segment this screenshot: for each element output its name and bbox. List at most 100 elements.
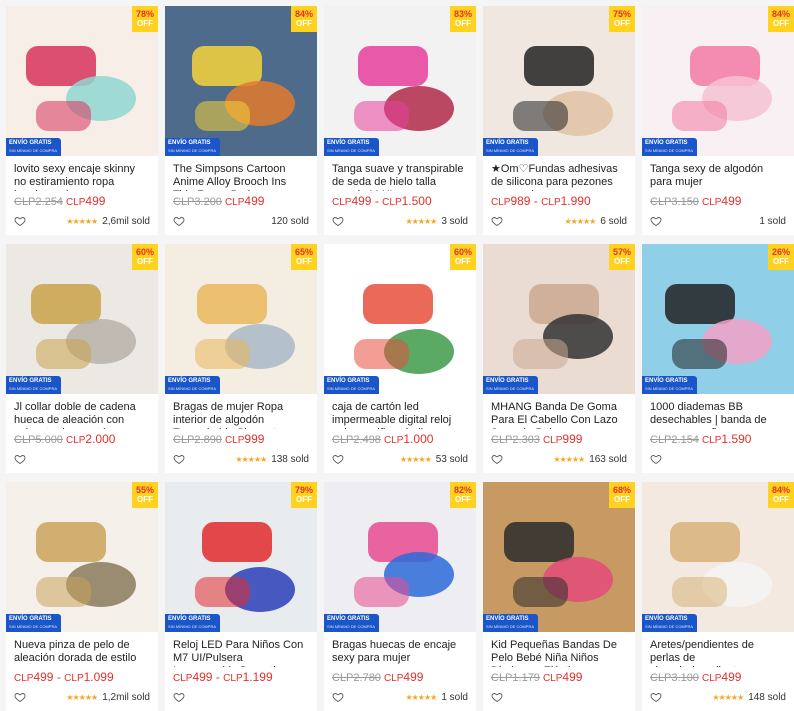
heart-outline-icon[interactable] xyxy=(14,453,26,465)
discount-percent: 26% xyxy=(771,247,790,257)
product-card[interactable]: 60% OFF ENVÍO GRATIS SIN MÍNIMO DE COMPR… xyxy=(6,244,158,473)
product-image[interactable]: 79% OFF ENVÍO GRATIS SIN MÍNIMO DE COMPR… xyxy=(165,482,317,632)
discount-percent: 60% xyxy=(453,247,472,257)
heart-outline-icon[interactable] xyxy=(14,215,26,227)
product-card[interactable]: 84% OFF ENVÍO GRATIS SIN MÍNIMO DE COMPR… xyxy=(642,482,794,711)
product-title[interactable]: The Simpsons Cartoon Anime Alloy Brooch … xyxy=(165,156,317,191)
product-card[interactable]: 79% OFF ENVÍO GRATIS SIN MÍNIMO DE COMPR… xyxy=(165,482,317,711)
product-card[interactable]: 55% OFF ENVÍO GRATIS SIN MÍNIMO DE COMPR… xyxy=(6,482,158,711)
product-card[interactable]: 60% OFF ENVÍO GRATIS SIN MÍNIMO DE COMPR… xyxy=(324,244,476,473)
discount-percent: 84% xyxy=(294,9,313,19)
product-title[interactable]: Tanga suave y transpirable de seda de hi… xyxy=(324,156,476,191)
sale-price: CLP499 xyxy=(542,670,583,684)
product-card[interactable]: 84% OFF ENVÍO GRATIS SIN MÍNIMO DE COMPR… xyxy=(642,6,794,235)
free-shipping-tag: ENVÍO GRATIS SIN MÍNIMO DE COMPRA xyxy=(324,138,380,156)
product-card[interactable]: 75% OFF ENVÍO GRATIS SIN MÍNIMO DE COMPR… xyxy=(483,6,635,235)
product-card[interactable]: 84% OFF ENVÍO GRATIS SIN MÍNIMO DE COMPR… xyxy=(165,6,317,235)
product-image[interactable]: 83% OFF ENVÍO GRATIS SIN MÍNIMO DE COMPR… xyxy=(324,6,476,156)
rating-sold: ★★★★★ 6 sold xyxy=(564,216,627,227)
product-card[interactable]: 83% OFF ENVÍO GRATIS SIN MÍNIMO DE COMPR… xyxy=(324,6,476,235)
product-image[interactable]: 84% OFF ENVÍO GRATIS SIN MÍNIMO DE COMPR… xyxy=(642,6,794,156)
discount-badge: 83% OFF xyxy=(450,6,476,32)
price-row: CLP2.154 CLP1.590 xyxy=(642,429,794,449)
product-title[interactable]: Aretes/pendientes de perlas de circonita… xyxy=(642,632,794,667)
card-footer: 1 sold xyxy=(650,215,786,227)
product-title[interactable]: Jl collar doble de cadena hueca de aleac… xyxy=(6,394,158,429)
free-shipping-tag: ENVÍO GRATIS SIN MÍNIMO DE COMPRA xyxy=(483,376,539,394)
free-shipping-label: ENVÍO GRATIS xyxy=(9,378,52,384)
heart-outline-icon[interactable] xyxy=(173,453,185,465)
star-icon: ★★★★★ xyxy=(712,692,744,702)
star-icon: ★★★★★ xyxy=(399,454,432,464)
product-card[interactable]: 26% OFF ENVÍO GRATIS SIN MÍNIMO DE COMPR… xyxy=(642,244,794,473)
card-footer: ★★★★★ 3 sold xyxy=(332,215,468,227)
product-image[interactable]: 57% OFF ENVÍO GRATIS SIN MÍNIMO DE COMPR… xyxy=(483,244,635,394)
discount-percent: 79% xyxy=(294,485,313,495)
free-shipping-label: ENVÍO GRATIS xyxy=(486,140,529,146)
product-image[interactable]: 60% OFF ENVÍO GRATIS SIN MÍNIMO DE COMPR… xyxy=(6,244,158,394)
product-title[interactable]: Reloj LED Para Niños Con M7 UI/Pulsera I… xyxy=(165,632,317,667)
heart-outline-icon[interactable] xyxy=(491,453,503,465)
heart-outline-icon[interactable] xyxy=(332,453,344,465)
product-image[interactable]: 26% OFF ENVÍO GRATIS SIN MÍNIMO DE COMPR… xyxy=(642,244,794,394)
heart-outline-icon[interactable] xyxy=(332,691,344,703)
price-currency: CLP xyxy=(332,197,352,208)
price-range-dash: - xyxy=(530,194,542,208)
heart-outline-icon[interactable] xyxy=(650,215,662,227)
product-image[interactable]: 55% OFF ENVÍO GRATIS SIN MÍNIMO DE COMPR… xyxy=(6,482,158,632)
sold-count: 138 sold xyxy=(271,453,309,465)
discount-off-label: OFF xyxy=(296,19,312,28)
heart-outline-icon[interactable] xyxy=(173,691,185,703)
heart-outline-icon[interactable] xyxy=(650,691,662,703)
product-title[interactable]: Nueva pinza de pelo de aleación dorada d… xyxy=(6,632,158,667)
free-shipping-sublabel: SIN MÍNIMO DE COMPRA xyxy=(168,624,217,629)
sale-price: CLP499 xyxy=(224,194,265,208)
original-price: CLP2.780 xyxy=(332,672,381,684)
product-image[interactable]: 65% OFF ENVÍO GRATIS SIN MÍNIMO DE COMPR… xyxy=(165,244,317,394)
heart-outline-icon[interactable] xyxy=(650,453,662,465)
product-card[interactable]: 78% OFF ENVÍO GRATIS SIN MÍNIMO DE COMPR… xyxy=(6,6,158,235)
product-card[interactable]: 68% OFF ENVÍO GRATIS SIN MÍNIMO DE COMPR… xyxy=(483,482,635,711)
discount-badge: 82% OFF xyxy=(450,482,476,508)
free-shipping-tag: ENVÍO GRATIS SIN MÍNIMO DE COMPRA xyxy=(324,376,380,394)
product-title[interactable]: Bragas de mujer Ropa interior de algodón… xyxy=(165,394,317,429)
sale-price: CLP999 xyxy=(224,432,265,446)
product-title[interactable]: MHANG Banda De Goma Para El Cabello Con … xyxy=(483,394,635,429)
product-title[interactable]: 1000 diademas BB desechables | banda de … xyxy=(642,394,794,429)
product-title[interactable]: Bragas huecas de encaje sexy para mujer xyxy=(324,632,476,667)
heart-outline-icon[interactable] xyxy=(491,215,503,227)
heart-outline-icon[interactable] xyxy=(491,691,503,703)
product-image[interactable]: 60% OFF ENVÍO GRATIS SIN MÍNIMO DE COMPR… xyxy=(324,244,476,394)
product-image[interactable]: 78% OFF ENVÍO GRATIS SIN MÍNIMO DE COMPR… xyxy=(6,6,158,156)
product-card[interactable]: 65% OFF ENVÍO GRATIS SIN MÍNIMO DE COMPR… xyxy=(165,244,317,473)
product-title[interactable]: caja de cartón led impermeable digital r… xyxy=(324,394,476,429)
free-shipping-label: ENVÍO GRATIS xyxy=(9,616,52,622)
product-image[interactable]: 84% OFF ENVÍO GRATIS SIN MÍNIMO DE COMPR… xyxy=(165,6,317,156)
price-row: CLP989 - CLP1.990 xyxy=(483,191,635,211)
heart-outline-icon[interactable] xyxy=(173,215,185,227)
card-footer: ★★★★★ 148 sold xyxy=(650,691,786,703)
card-footer: ★★★★★ 138 sold xyxy=(173,453,309,465)
product-title[interactable]: Tanga sexy de algodón para mujer xyxy=(642,156,794,191)
heart-outline-icon[interactable] xyxy=(332,215,344,227)
sale-price-max: CLP1.199 xyxy=(223,670,273,684)
discount-off-label: OFF xyxy=(137,257,153,266)
discount-badge: 79% OFF xyxy=(291,482,317,508)
original-price: CLP2.498 xyxy=(332,434,381,446)
discount-percent: 78% xyxy=(135,9,154,19)
sale-price: CLP2.000 xyxy=(65,432,116,446)
rating-sold: 1 sold xyxy=(754,216,786,227)
sale-price-max: CLP1.990 xyxy=(541,194,591,208)
original-price: CLP3.200 xyxy=(173,196,222,208)
free-shipping-sublabel: SIN MÍNIMO DE COMPRA xyxy=(486,386,535,391)
product-card[interactable]: 82% OFF ENVÍO GRATIS SIN MÍNIMO DE COMPR… xyxy=(324,482,476,711)
heart-outline-icon[interactable] xyxy=(14,691,26,703)
product-image[interactable]: 75% OFF ENVÍO GRATIS SIN MÍNIMO DE COMPR… xyxy=(483,6,635,156)
product-title[interactable]: Kid Pequeñas Bandas De Pelo Bebé Niña Ni… xyxy=(483,632,635,667)
product-image[interactable]: 82% OFF ENVÍO GRATIS SIN MÍNIMO DE COMPR… xyxy=(324,482,476,632)
product-image[interactable]: 84% OFF ENVÍO GRATIS SIN MÍNIMO DE COMPR… xyxy=(642,482,794,632)
product-image[interactable]: 68% OFF ENVÍO GRATIS SIN MÍNIMO DE COMPR… xyxy=(483,482,635,632)
product-card[interactable]: 57% OFF ENVÍO GRATIS SIN MÍNIMO DE COMPR… xyxy=(483,244,635,473)
product-title[interactable]: ★Om♡Fundas adhesivas de silicona para pe… xyxy=(483,156,635,191)
product-title[interactable]: lovito sexy encaje skinny no estiramient… xyxy=(6,156,158,191)
